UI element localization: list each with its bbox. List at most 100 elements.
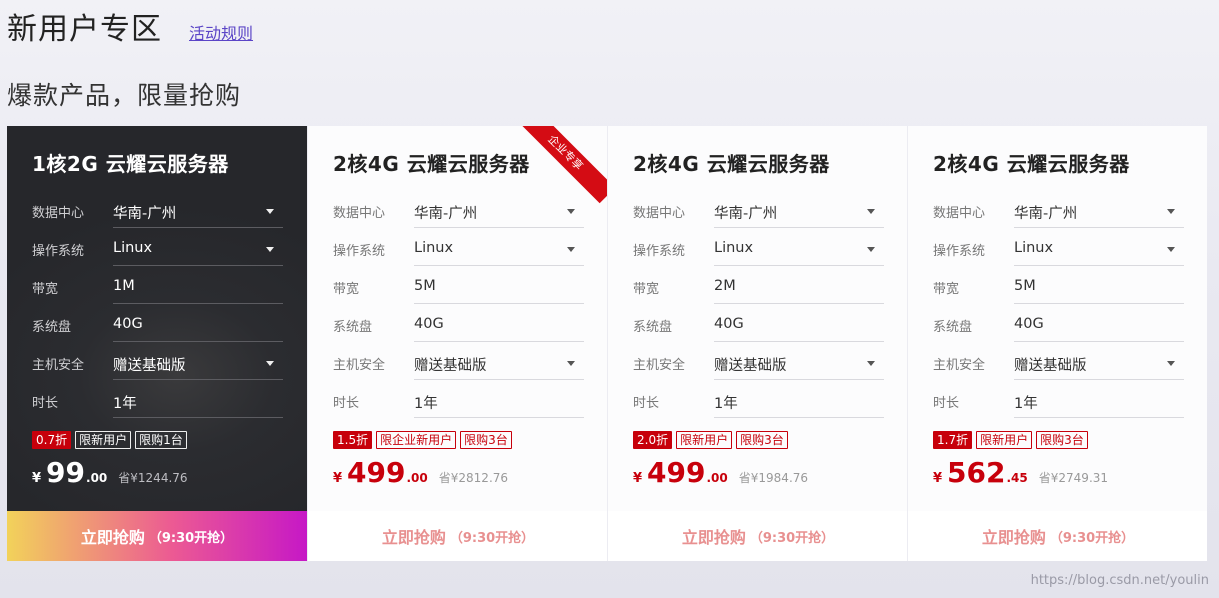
buy-button-time: （9:30开抢） <box>1049 530 1135 546</box>
security-label: 主机安全 <box>633 358 686 373</box>
security-value: 赠送基础版 <box>1014 358 1087 374</box>
region-value: 华南-广州 <box>414 206 478 222</box>
price-integer: 499 <box>647 456 706 489</box>
caret-down-icon <box>266 247 274 252</box>
disk-row: 系统盘 40G <box>333 310 584 348</box>
discount-badge: 2.0折 <box>633 431 673 449</box>
caret-down-icon <box>1167 209 1175 214</box>
security-label: 主机安全 <box>32 358 85 373</box>
duration-row: 时长 1年 <box>333 386 584 424</box>
region-row: 数据中心 华南-广州 <box>333 196 584 234</box>
bandwidth-value: 1M <box>113 272 283 304</box>
buy-now-button[interactable]: 立即抢购 （9:30开抢） <box>7 511 307 561</box>
buy-now-button[interactable]: 立即抢购 （9:30开抢） <box>908 511 1207 561</box>
disk-label: 系统盘 <box>333 320 373 335</box>
bandwidth-row: 带宽 1M <box>32 272 283 310</box>
currency-symbol: ¥ <box>333 471 343 486</box>
caret-down-icon <box>567 247 575 252</box>
product-card-4: 2核4G 云耀云服务器 数据中心 华南-广州 操作系统 Linux 带宽 5M … <box>907 126 1207 561</box>
currency-symbol: ¥ <box>633 471 643 486</box>
watermark: https://blog.csdn.net/youlin <box>1030 573 1209 588</box>
duration-row: 时长 1年 <box>32 386 283 424</box>
bandwidth-row: 带宽 5M <box>933 272 1184 310</box>
disk-label: 系统盘 <box>32 320 72 335</box>
savings-text: 省¥2749.31 <box>1038 471 1109 485</box>
buy-button-label: 立即抢购 <box>681 528 746 547</box>
bandwidth-label: 带宽 <box>633 282 660 297</box>
price: ¥ 99 .00 省¥1244.76 <box>32 456 188 490</box>
security-row: 主机安全 赠送基础版 <box>933 348 1184 386</box>
security-select[interactable]: 赠送基础版 <box>113 348 283 380</box>
price: ¥ 499 .00 省¥2812.76 <box>333 456 508 490</box>
os-row: 操作系统 Linux <box>32 234 283 272</box>
user-limit-badge: 限新用户 <box>75 431 132 449</box>
os-value: Linux <box>714 240 754 256</box>
os-label: 操作系统 <box>933 244 986 259</box>
product-card-1: 1核2G 云耀云服务器 数据中心 华南-广州 操作系统 Linux 带宽 1M … <box>7 126 307 561</box>
bandwidth-value: 2M <box>714 272 884 304</box>
region-label: 数据中心 <box>32 206 85 221</box>
purchase-limit-badge: 限购3台 <box>736 431 788 449</box>
os-select[interactable]: Linux <box>1014 234 1184 266</box>
section-subtitle: 爆款产品，限量抢购 <box>7 81 242 110</box>
price-decimal: .45 <box>1006 471 1028 485</box>
security-value: 赠送基础版 <box>714 358 787 374</box>
disk-label: 系统盘 <box>933 320 973 335</box>
security-value: 赠送基础版 <box>414 358 487 374</box>
caret-down-icon <box>567 361 575 366</box>
os-select[interactable]: Linux <box>113 234 283 266</box>
bandwidth-value: 5M <box>414 272 584 304</box>
activity-rules-link[interactable]: 活动规则 <box>189 20 253 44</box>
os-row: 操作系统 Linux <box>333 234 584 272</box>
purchase-limit-badge: 限购1台 <box>135 431 187 449</box>
savings-text: 省¥2812.76 <box>438 471 509 485</box>
price-integer: 99 <box>46 456 86 489</box>
region-select[interactable]: 华南-广州 <box>113 196 283 228</box>
card-title: 2核4G 云耀云服务器 <box>633 152 830 176</box>
duration-row: 时长 1年 <box>633 386 884 424</box>
duration-label: 时长 <box>633 396 660 411</box>
promo-tags: 1.7折 限新用户 限购3台 <box>933 431 1088 449</box>
product-card-2: 企业专享 2核4G 云耀云服务器 数据中心 华南-广州 操作系统 Linux 带… <box>307 126 607 561</box>
product-card-3: 2核4G 云耀云服务器 数据中心 华南-广州 操作系统 Linux 带宽 2M … <box>607 126 907 561</box>
buy-button-time: （9:30开抢） <box>148 530 234 546</box>
user-limit-badge: 限新用户 <box>676 431 733 449</box>
duration-value: 1年 <box>414 386 584 418</box>
duration-value: 1年 <box>714 386 884 418</box>
region-value: 华南-广州 <box>1014 206 1078 222</box>
buy-now-button[interactable]: 立即抢购 （9:30开抢） <box>608 511 907 561</box>
region-row: 数据中心 华南-广州 <box>933 196 1184 234</box>
os-label: 操作系统 <box>32 244 85 259</box>
caret-down-icon <box>266 361 274 366</box>
bandwidth-label: 带宽 <box>933 282 960 297</box>
region-select[interactable]: 华南-广州 <box>1014 196 1184 228</box>
security-select[interactable]: 赠送基础版 <box>414 348 584 380</box>
security-select[interactable]: 赠送基础版 <box>1014 348 1184 380</box>
buy-button-time: （9:30开抢） <box>449 530 535 546</box>
os-label: 操作系统 <box>333 244 386 259</box>
caret-down-icon <box>567 209 575 214</box>
price-integer: 562 <box>947 456 1006 489</box>
card-title: 2核4G 云耀云服务器 <box>933 152 1130 176</box>
buy-button-time: （9:30开抢） <box>749 530 835 546</box>
os-select[interactable]: Linux <box>414 234 584 266</box>
disk-row: 系统盘 40G <box>933 310 1184 348</box>
os-select[interactable]: Linux <box>714 234 884 266</box>
security-select[interactable]: 赠送基础版 <box>714 348 884 380</box>
duration-row: 时长 1年 <box>933 386 1184 424</box>
os-label: 操作系统 <box>633 244 686 259</box>
page-title: 新用户专区 <box>7 12 162 47</box>
card-title: 1核2G 云耀云服务器 <box>32 152 229 176</box>
buy-now-button[interactable]: 立即抢购 （9:30开抢） <box>308 511 607 561</box>
user-limit-badge: 限企业新用户 <box>376 431 457 449</box>
region-row: 数据中心 华南-广州 <box>633 196 884 234</box>
duration-label: 时长 <box>933 396 960 411</box>
buy-button-label: 立即抢购 <box>981 528 1046 547</box>
user-limit-badge: 限新用户 <box>976 431 1033 449</box>
region-select[interactable]: 华南-广州 <box>414 196 584 228</box>
region-label: 数据中心 <box>633 206 686 221</box>
os-row: 操作系统 Linux <box>933 234 1184 272</box>
caret-down-icon <box>867 247 875 252</box>
region-select[interactable]: 华南-广州 <box>714 196 884 228</box>
buy-button-label: 立即抢购 <box>381 528 446 547</box>
